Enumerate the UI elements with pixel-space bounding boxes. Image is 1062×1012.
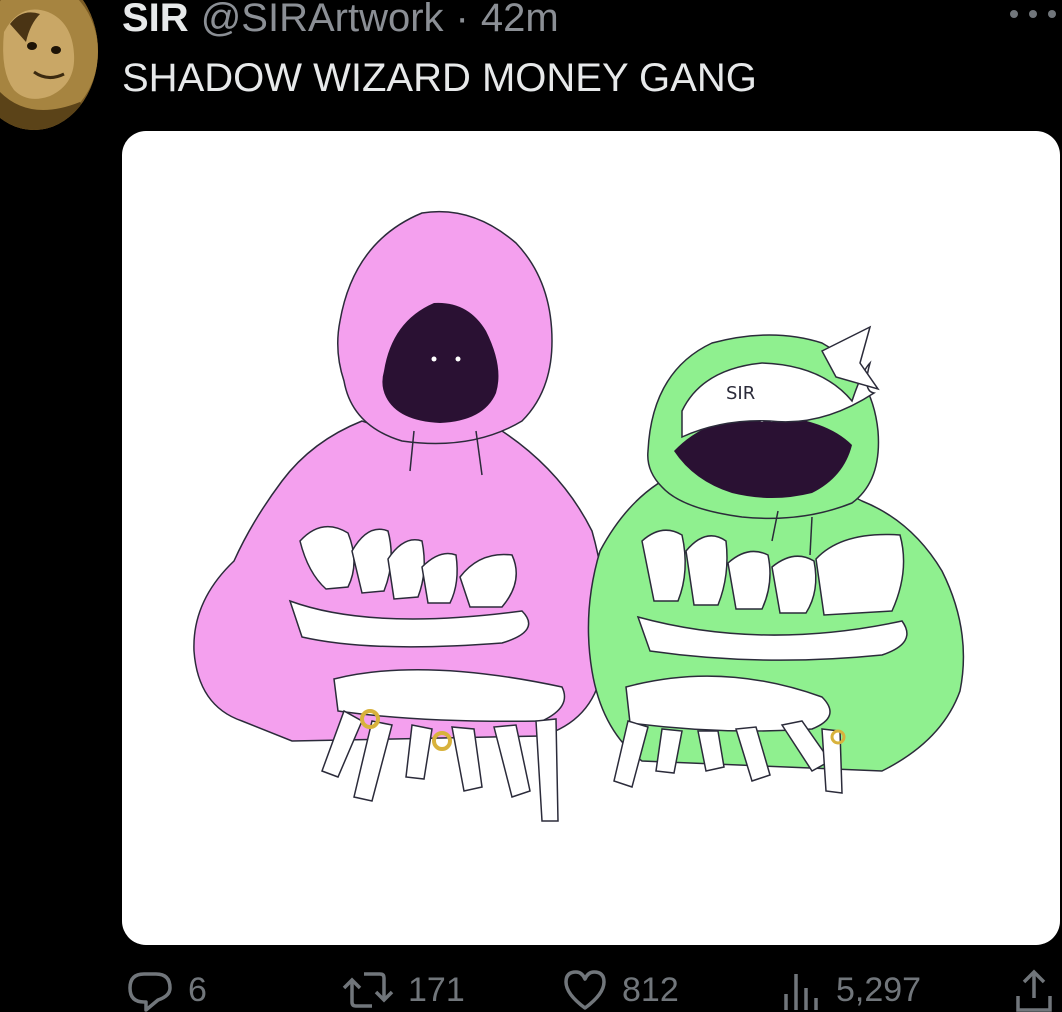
svg-text:SIR: SIR [726,383,755,404]
tweet[interactable]: SIR @SIRArtwork · 42m SHADOW WIZARD MONE… [0,0,1062,1012]
reply-count: 6 [188,971,207,1009]
reply-button[interactable]: 6 [124,968,207,1012]
horse-avatar-image [0,0,98,130]
share-icon [1016,969,1052,1012]
tweet-header: SIR @SIRArtwork · 42m [122,0,559,42]
separator-dot: · [455,0,469,40]
tweet-media-image[interactable]: SIR [122,131,1060,945]
more-options-icon[interactable] [1010,2,1056,26]
like-count: 812 [622,971,679,1009]
heart-icon [564,970,606,1010]
timestamp[interactable]: 42m [481,0,559,42]
avatar[interactable] [0,0,98,130]
tweet-actions-bar: 6 171 812 5,297 [0,968,1062,1012]
like-button[interactable]: 812 [560,968,679,1012]
views-count: 5,297 [836,971,922,1009]
reply-icon [128,972,172,1012]
views-chart-icon [784,974,818,1010]
retweet-button[interactable]: 171 [340,968,465,1012]
retweet-icon [342,972,394,1008]
author-handle[interactable]: @SIRArtwork [201,0,444,42]
views-button[interactable]: 5,297 [780,968,921,1012]
share-button[interactable] [1012,968,1056,1012]
retweet-count: 171 [408,971,465,1009]
tweet-text: SHADOW WIZARD MONEY GANG [122,56,757,100]
author-name[interactable]: SIR [122,0,189,42]
hoodie-illustration: SIR [193,210,965,822]
